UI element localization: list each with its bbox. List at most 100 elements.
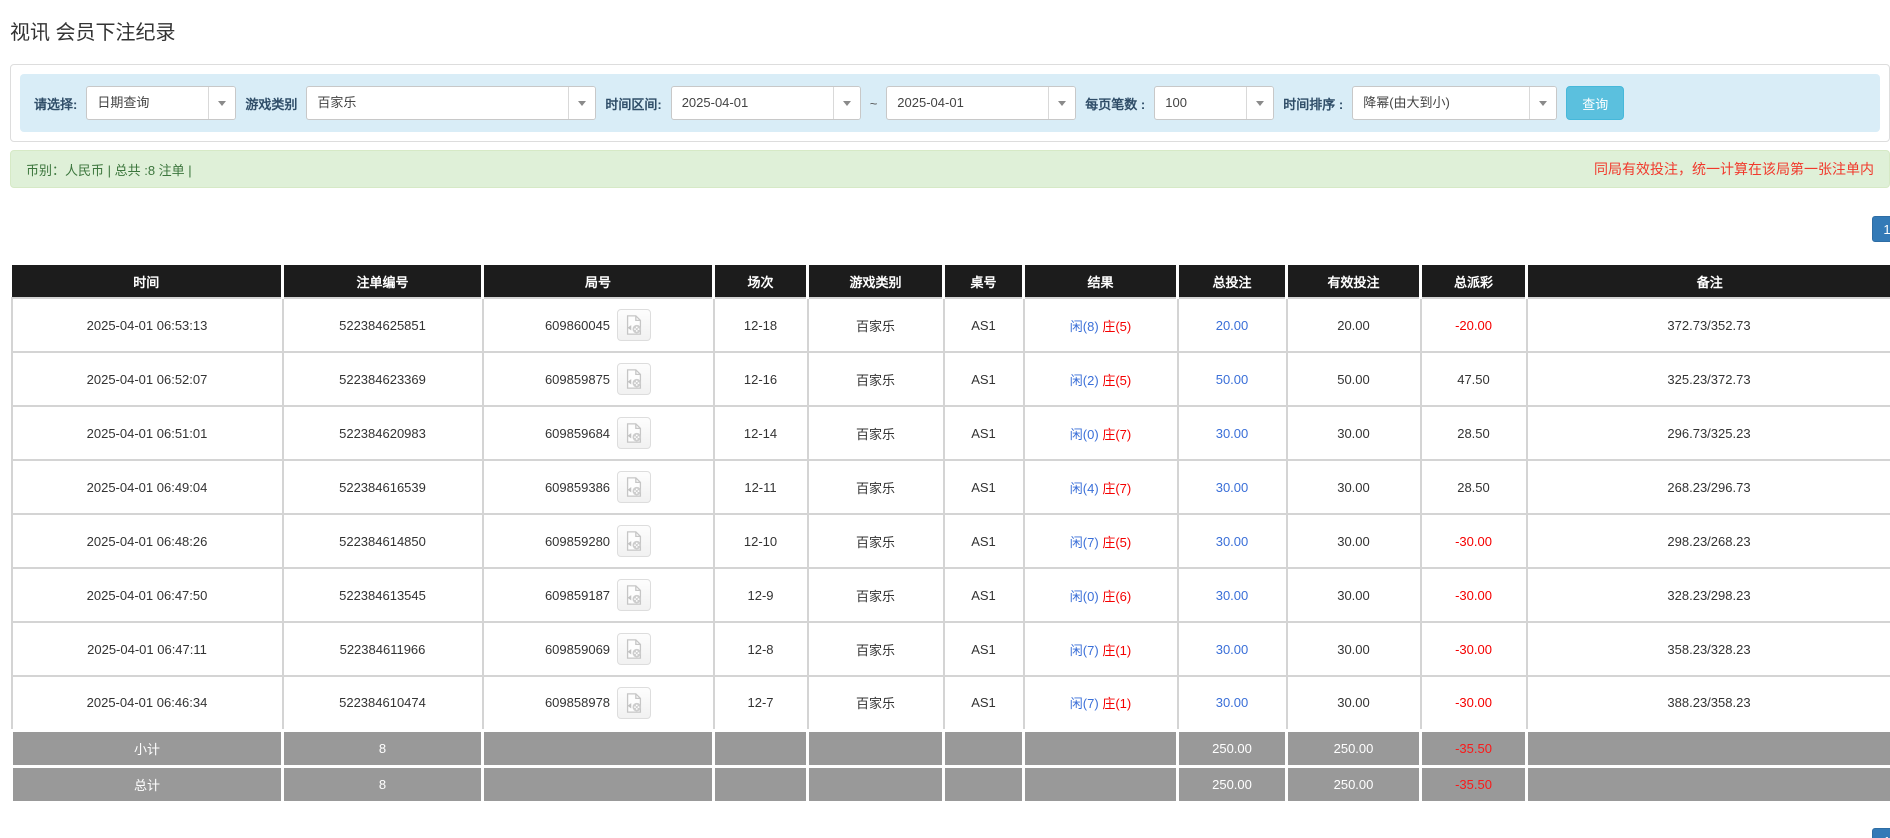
cell-round-id: 609859875 <box>481 351 715 407</box>
betting-records-table: 时间 注单编号 局号 场次 游戏类别 桌号 结果 总投注 有效投注 总派彩 备注… <box>10 265 1890 804</box>
cell-round-id: 609859069 <box>481 621 715 677</box>
game-type-select[interactable]: 百家乐 <box>306 86 597 120</box>
cell-time: 2025-04-01 06:48:26 <box>10 513 284 569</box>
col-header-payout: 总派彩 <box>1420 265 1528 298</box>
cell-game-type: 百家乐 <box>806 405 945 461</box>
video-replay-button[interactable] <box>617 471 652 503</box>
page-size-select[interactable]: 100 <box>1154 86 1275 120</box>
cell-table-no: AS1 <box>942 567 1025 623</box>
total-bet-link[interactable]: 50.00 <box>1216 372 1249 387</box>
time-sort-label: 时间排序 : <box>1283 96 1344 112</box>
search-button[interactable]: 查询 <box>1566 86 1625 120</box>
video-replay-button[interactable] <box>617 309 652 341</box>
cell-table-no: AS1 <box>942 351 1025 407</box>
cell-time: 2025-04-01 06:46:34 <box>10 675 284 731</box>
cell-game-type: 百家乐 <box>806 297 945 353</box>
date-to-select[interactable]: 2025-04-01 <box>886 86 1077 120</box>
summary-valid-bet: 250.00 <box>1285 764 1422 804</box>
cell-valid-bet: 30.00 <box>1285 567 1422 623</box>
round-id-text: 609859875 <box>544 371 611 387</box>
cell-table-no: AS1 <box>942 459 1025 515</box>
video-replay-button[interactable] <box>617 633 652 665</box>
cell-bet-id: 522384611966 <box>281 621 484 677</box>
total-bet-link[interactable]: 30.00 <box>1216 480 1249 495</box>
cell-time: 2025-04-01 06:53:13 <box>10 297 284 353</box>
round-id-text: 609859187 <box>544 587 611 603</box>
chevron-down-icon[interactable] <box>208 87 236 119</box>
video-replay-button[interactable] <box>617 579 652 611</box>
total-bet-link[interactable]: 20.00 <box>1216 318 1249 333</box>
time-sort-value: 降幂(由大到小) <box>1363 95 1450 110</box>
cell-payout: 28.50 <box>1419 405 1528 461</box>
cell-valid-bet: 30.00 <box>1285 675 1422 731</box>
page-title: 视讯 会员下注纪录 <box>10 22 176 44</box>
chevron-down-icon[interactable] <box>1246 87 1274 119</box>
result-player: 闲(0) <box>1069 426 1099 442</box>
round-id-text: 609858978 <box>544 695 611 711</box>
cell-round-id: 609858978 <box>481 675 715 731</box>
page-1-button-top[interactable]: 1 <box>1872 216 1890 242</box>
game-type-value: 百家乐 <box>317 95 357 110</box>
cell-session: 12-11 <box>712 459 809 515</box>
page-1-button-bottom[interactable]: 1 <box>1872 828 1890 838</box>
cell-result: 闲(7) 庄(1) <box>1022 675 1179 731</box>
table-header-row: 时间 注单编号 局号 场次 游戏类别 桌号 结果 总投注 有效投注 总派彩 备注 <box>11 265 1890 298</box>
cell-note: 298.23/268.23 <box>1525 513 1890 569</box>
filter-bar: 请选择: 日期查询 游戏类别 百家乐 时间区间: 2025-04-01 ~ 20… <box>20 74 1880 132</box>
page-size-value: 100 <box>1165 95 1187 110</box>
dropdown-arrow-icon <box>842 100 851 106</box>
cell-note: 268.23/296.73 <box>1525 459 1890 515</box>
chevron-down-icon[interactable] <box>1048 87 1076 119</box>
time-sort-select[interactable]: 降幂(由大到小) <box>1352 86 1558 120</box>
cell-payout: -30.00 <box>1419 567 1528 623</box>
chevron-down-icon[interactable] <box>568 87 596 119</box>
summary-count: 8 <box>281 728 484 768</box>
cell-result: 闲(4) 庄(7) <box>1022 459 1179 515</box>
total-bet-link[interactable]: 30.00 <box>1216 588 1249 603</box>
total-bet-link[interactable]: 30.00 <box>1216 534 1249 549</box>
cell-table-no: AS1 <box>942 297 1025 353</box>
cell-time: 2025-04-01 06:52:07 <box>10 351 284 407</box>
cell-session: 12-16 <box>712 351 809 407</box>
movie-file-icon <box>626 692 642 713</box>
col-header-round-id: 局号 <box>482 265 715 298</box>
cell-total-bet: 30.00 <box>1176 513 1288 569</box>
total-bet-link[interactable]: 30.00 <box>1216 695 1249 710</box>
video-replay-button[interactable] <box>617 686 652 719</box>
total-bet-link[interactable]: 30.00 <box>1216 642 1249 657</box>
movie-file-icon <box>626 369 642 389</box>
total-bet-link[interactable]: 30.00 <box>1216 426 1249 441</box>
cell-table-no: AS1 <box>942 405 1025 461</box>
cell-game-type: 百家乐 <box>806 567 945 623</box>
cell-session: 12-7 <box>712 675 809 731</box>
cell-bet-id: 522384616539 <box>281 459 484 515</box>
summary-count: 8 <box>281 764 484 804</box>
cell-table-no: AS1 <box>942 675 1025 731</box>
cell-result: 闲(7) 庄(1) <box>1022 621 1179 677</box>
range-separator: ~ <box>869 95 878 111</box>
date-range-label: 时间区间: <box>605 96 662 112</box>
table-row: 2025-04-01 06:46:34 522384610474 6098589… <box>10 675 1890 731</box>
cell-result: 闲(2) 庄(5) <box>1022 351 1179 407</box>
result-banker: 庄(5) <box>1102 534 1132 550</box>
cell-total-bet: 30.00 <box>1176 675 1288 731</box>
cell-payout: 28.50 <box>1419 459 1528 515</box>
cell-total-bet: 30.00 <box>1176 405 1288 461</box>
date-from-select[interactable]: 2025-04-01 <box>670 86 861 120</box>
cell-bet-id: 522384620983 <box>281 405 484 461</box>
betting-records-page: 视讯 会员下注纪录 请选择: 日期查询 游戏类别 百家乐 时间区间: 2025-… <box>0 0 1890 838</box>
cell-session: 12-9 <box>712 567 809 623</box>
date-to-value: 2025-04-01 <box>897 95 964 110</box>
video-replay-button[interactable] <box>617 417 652 449</box>
video-replay-button[interactable] <box>617 525 652 557</box>
result-player: 闲(7) <box>1069 642 1099 658</box>
video-replay-button[interactable] <box>617 363 652 395</box>
cell-total-bet: 20.00 <box>1176 297 1288 353</box>
chevron-down-icon[interactable] <box>1529 87 1557 119</box>
cell-result: 闲(8) 庄(5) <box>1022 297 1179 353</box>
dropdown-arrow-icon <box>218 100 227 106</box>
dropdown-arrow-icon <box>1539 100 1548 106</box>
chevron-down-icon[interactable] <box>832 87 860 119</box>
query-mode-select[interactable]: 日期查询 <box>86 86 237 120</box>
round-id-text: 609859280 <box>544 533 611 549</box>
